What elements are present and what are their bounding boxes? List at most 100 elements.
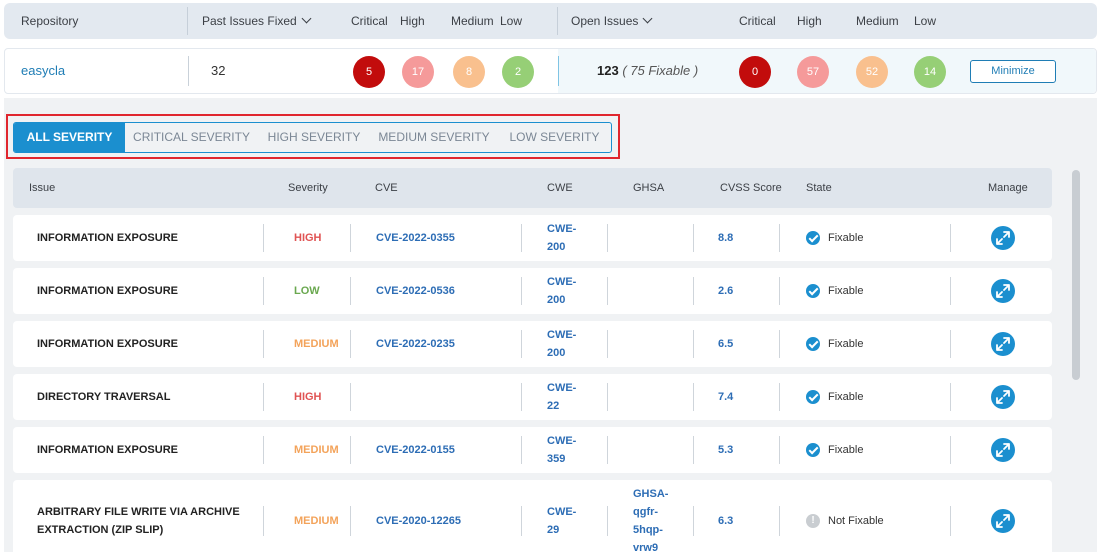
expand-icon[interactable] <box>991 332 1015 356</box>
cell-divider <box>693 383 694 411</box>
expand-icon[interactable] <box>991 509 1015 533</box>
cell-divider <box>521 330 522 358</box>
repository-row: easycla 32 5 17 8 2 123 ( 75 Fixable ) 0… <box>4 48 1097 94</box>
open-medium-header: Medium <box>856 14 899 28</box>
tab-critical-severity[interactable]: CRITICAL SEVERITY <box>125 123 258 152</box>
cve-link[interactable]: CVE-2022-0355 <box>376 229 455 247</box>
cell-divider <box>607 383 608 411</box>
cell-divider <box>693 224 694 252</box>
table-row: INFORMATION EXPOSURE LOW CVE-2022-0536 C… <box>13 268 1052 314</box>
cwe-link[interactable]: CWE- 359 <box>547 432 576 468</box>
row-divider <box>558 56 559 86</box>
expand-icon[interactable] <box>991 438 1015 462</box>
repository-header: Repository <box>21 14 79 28</box>
ghsa-link[interactable]: GHSA- qgfr- 5hqp- vrw9 <box>633 485 668 552</box>
cell-divider <box>779 436 780 464</box>
cvss-column-header: CVSS Score <box>720 182 782 194</box>
cell-divider <box>779 383 780 411</box>
cell-divider <box>263 330 264 358</box>
cell-divider <box>521 383 522 411</box>
severity-label: MEDIUM <box>294 338 339 350</box>
expand-icon[interactable] <box>991 279 1015 303</box>
info-circle-icon: ! <box>806 514 820 528</box>
past-critical-badge: 5 <box>353 56 385 88</box>
cwe-link[interactable]: CWE- 200 <box>547 273 576 309</box>
tab-all-severity[interactable]: ALL SEVERITY <box>14 123 125 152</box>
cell-divider <box>693 436 694 464</box>
cell-divider <box>693 506 694 536</box>
cell-divider <box>521 436 522 464</box>
issue-name: INFORMATION EXPOSURE <box>37 338 178 350</box>
cell-divider <box>350 506 351 536</box>
severity-label: MEDIUM <box>294 515 339 527</box>
past-critical-header: Critical <box>351 14 388 28</box>
cell-divider <box>263 224 264 252</box>
ghsa-column-header: GHSA <box>633 182 665 194</box>
cell-divider <box>779 224 780 252</box>
cwe-link[interactable]: CWE- 29 <box>547 503 576 539</box>
past-fixed-count: 32 <box>211 63 226 78</box>
cvss-score: 6.5 <box>718 338 734 350</box>
cell-divider <box>607 224 608 252</box>
open-low-header: Low <box>914 14 937 28</box>
open-issues-summary: 123 ( 75 Fixable ) <box>597 49 698 93</box>
table-row: DIRECTORY TRAVERSAL HIGH CWE- 22 7.4 Fix… <box>13 374 1052 420</box>
state-label: Fixable <box>828 444 864 456</box>
cwe-link[interactable]: CWE- 22 <box>547 379 576 415</box>
cell-divider <box>350 383 351 411</box>
state-label: Fixable <box>828 285 864 297</box>
check-circle-icon <box>806 231 820 245</box>
cell-divider <box>350 277 351 305</box>
cell-divider <box>350 436 351 464</box>
open-high-badge: 57 <box>797 56 829 88</box>
past-high-badge: 17 <box>402 56 434 88</box>
cwe-link[interactable]: CWE- 200 <box>547 220 576 256</box>
cell-divider <box>350 330 351 358</box>
minimize-button[interactable]: Minimize <box>970 60 1056 83</box>
issue-column-header: Issue <box>29 182 56 194</box>
past-issues-fixed-label: Past Issues Fixed <box>202 14 297 28</box>
cell-divider <box>950 277 951 305</box>
severity-label: HIGH <box>294 232 322 244</box>
tab-high-severity[interactable]: HIGH SEVERITY <box>258 123 370 152</box>
cvss-score: 2.6 <box>718 285 734 297</box>
issue-name: ARBITRARY FILE WRITE VIA ARCHIVE EXTRACT… <box>37 506 240 536</box>
cwe-column-header: CWE <box>547 182 573 194</box>
cve-link[interactable]: CVE-2020-12265 <box>376 512 461 530</box>
cell-divider <box>607 277 608 305</box>
past-high-header: High <box>400 14 425 28</box>
expand-icon[interactable] <box>991 226 1015 250</box>
cve-link[interactable]: CVE-2022-0536 <box>376 282 455 300</box>
open-issues-label: Open Issues <box>571 14 639 28</box>
cell-divider <box>693 330 694 358</box>
check-circle-icon <box>806 284 820 298</box>
state-label: Not Fixable <box>828 515 884 527</box>
cell-divider <box>521 224 522 252</box>
repository-name-link[interactable]: easycla <box>21 49 65 93</box>
scrollbar[interactable] <box>1072 170 1080 380</box>
expand-icon[interactable] <box>991 385 1015 409</box>
header-divider <box>557 7 558 35</box>
past-issues-fixed-header[interactable]: Past Issues Fixed <box>202 3 312 39</box>
tab-low-severity[interactable]: LOW SEVERITY <box>498 123 611 152</box>
cell-divider <box>521 506 522 536</box>
cell-divider <box>263 277 264 305</box>
manage-column-header: Manage <box>988 182 1028 194</box>
severity-label: LOW <box>294 285 320 297</box>
cwe-link[interactable]: CWE- 200 <box>547 326 576 362</box>
cve-link[interactable]: CVE-2022-0155 <box>376 441 455 459</box>
issue-name: INFORMATION EXPOSURE <box>37 285 178 297</box>
table-row: INFORMATION EXPOSURE MEDIUM CVE-2022-023… <box>13 321 1052 367</box>
tab-medium-severity[interactable]: MEDIUM SEVERITY <box>370 123 498 152</box>
chevron-down-icon <box>301 13 312 24</box>
past-medium-badge: 8 <box>453 56 485 88</box>
open-issues-header[interactable]: Open Issues <box>571 3 653 39</box>
cve-link[interactable]: CVE-2022-0235 <box>376 335 455 353</box>
cvss-score: 7.4 <box>718 391 734 403</box>
open-low-badge: 14 <box>914 56 946 88</box>
cell-divider <box>779 330 780 358</box>
cell-divider <box>950 436 951 464</box>
state-label: Fixable <box>828 391 864 403</box>
cell-divider <box>263 436 264 464</box>
open-high-header: High <box>797 14 822 28</box>
